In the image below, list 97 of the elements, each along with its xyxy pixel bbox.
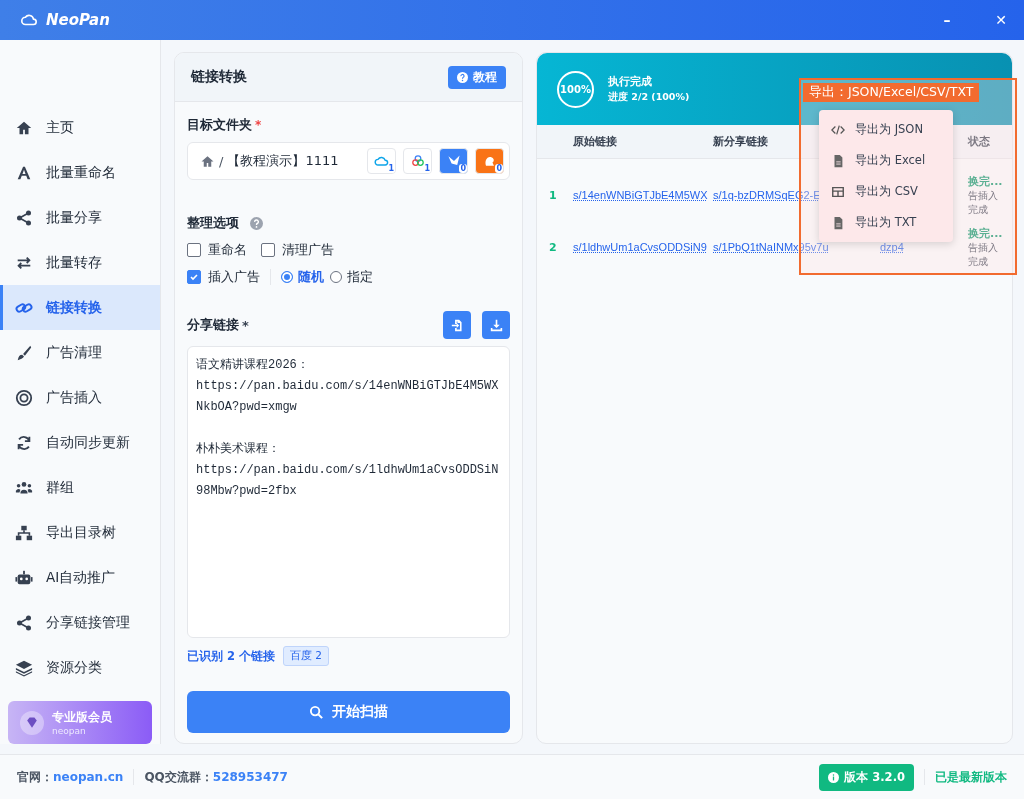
sidebar-item[interactable]: 批量分享 [0,195,160,240]
sidebar-item[interactable]: 导出目录树 [0,510,160,555]
sidebar-item[interactable]: 资源分类 [0,645,160,690]
checkbox[interactable] [187,270,201,284]
checkbox[interactable] [187,243,201,257]
field-label: 整理选项 [187,214,239,232]
original-link[interactable]: s/14enWNBiGTJbE4M5WX [573,189,713,201]
field-label: 分享链接 [187,316,239,334]
share-icon [15,208,33,227]
checkbox[interactable] [261,243,275,257]
sidebar-item[interactable]: 批量转存 [0,240,160,285]
field-label: 目标文件夹 [187,116,252,134]
account-count: 0 [459,164,467,173]
recognized-count: 已识别 2 个链接 [187,648,275,664]
status-detail: 告插入 [968,240,999,255]
search-icon [309,704,324,720]
required-mark: * [255,118,262,132]
original-link[interactable]: s/1ldhwUm1aCvsODDSiN9 [573,241,713,253]
download-icon [489,318,503,332]
check-icon [189,272,199,282]
minimize-button[interactable]: – [924,0,970,40]
help-icon [457,71,468,83]
qq-group-link[interactable]: 528953477 [212,770,288,784]
baidu-count-tag: 百度 2 [283,646,330,666]
folder-path: 【教程演示】1111 [227,152,339,170]
row-index: 1 [548,188,558,202]
annotation-label: 导出：JSON/Excel/CSV/TXT [803,83,980,102]
radio-button[interactable] [330,271,342,283]
home-icon [200,153,215,169]
menu-item[interactable]: 导出为 JSON [819,114,953,145]
sidebar-item[interactable]: 链接转换 [0,285,160,330]
site-link[interactable]: neopan.cn [53,770,124,784]
account-button[interactable]: 1 [367,148,396,174]
download-button[interactable] [482,311,510,339]
account-button[interactable]: 1 [403,148,432,174]
sidebar-item[interactable]: 批量重命名 [0,150,160,195]
column-header: 新分享链接 [713,134,769,149]
menu-item[interactable]: 导出为 Excel [819,145,953,176]
account-button[interactable]: 0 [439,148,468,174]
rings-icon [409,153,426,169]
import-file-button[interactable] [443,311,471,339]
account-count: 1 [423,164,431,173]
gem-icon [20,710,44,735]
folder-path-field[interactable]: / 【教程演示】1111 1 1 0 0 [187,142,510,180]
sidebar-item[interactable]: 主页 [0,105,160,150]
sidebar-item[interactable]: 分享链接管理 [0,600,160,645]
layers-icon [15,658,33,677]
info-icon [828,771,840,783]
account-count: 1 [387,164,395,173]
member-username: neopan [52,726,87,736]
tutorial-button[interactable]: 教程 [448,65,506,89]
radio-label: 随机 [298,268,324,286]
progress-title: 执行完成 [608,74,653,89]
table-icon [831,184,845,199]
sidebar-item[interactable]: AI自动推广 [0,555,160,600]
status-detail: 完成 [968,202,989,217]
member-title: 专业版会员 [52,709,112,726]
panel-title: 链接转换 [191,68,247,86]
tree-icon [15,523,33,542]
column-header: 状态 [968,134,991,149]
row-index: 2 [548,240,558,254]
file-import-icon [450,318,464,332]
brush-icon [15,343,33,362]
sidebar-item[interactable]: 广告清理 [0,330,160,375]
progress-detail: 进度 2/2 (100%) [608,91,690,104]
share-links-field[interactable]: 语文精讲课程2026： https://pan.baidu.com/s/14enWNBiGTJbE4M5WXNkbOA?pwd=xmgw 朴朴美术课程： https://pan.baidu.com/s/1ldhwUm1aCvsODDSiN98Mbw?pwd=2fbx [187,346,510,638]
status-detail: 告插入 [968,188,999,203]
status-detail: 完成 [968,254,989,269]
share-icon [15,613,33,632]
required-mark: * [242,317,249,333]
menu-item[interactable]: 导出为 TXT [819,207,953,238]
radio-button[interactable] [281,271,293,283]
column-header: 原始链接 [573,134,618,149]
path-separator: / [219,153,224,169]
checkbox-label: 清理广告 [282,241,334,259]
sidebar-item[interactable]: 广告插入 [0,375,160,420]
account-button[interactable]: 0 [475,148,504,174]
checkbox-label: 重命名 [208,241,247,259]
progress-ring: 100% [557,70,594,108]
menu-item[interactable]: 导出为 CSV [819,176,953,207]
sidebar-item[interactable]: 群组 [0,465,160,510]
robot-icon [15,568,33,587]
start-scan-button[interactable]: 开始扫描 [187,691,510,733]
status-text: 换完... [968,225,1004,241]
sync-icon [15,433,33,452]
radio-label: 指定 [347,268,373,286]
window-title: NeoPan [46,11,110,29]
account-count: 0 [495,164,503,173]
site-label: 官网： [17,768,53,786]
help-icon[interactable] [250,216,263,230]
status-text: 换完... [968,173,1004,189]
target-icon [15,388,33,407]
close-button[interactable]: ✕ [978,0,1024,40]
sidebar-item[interactable]: 自动同步更新 [0,420,160,465]
checkbox-label: 插入广告 [208,268,260,286]
version-status: 已是最新版本 [935,769,1007,785]
qq-group-label: QQ交流群： [144,768,213,786]
